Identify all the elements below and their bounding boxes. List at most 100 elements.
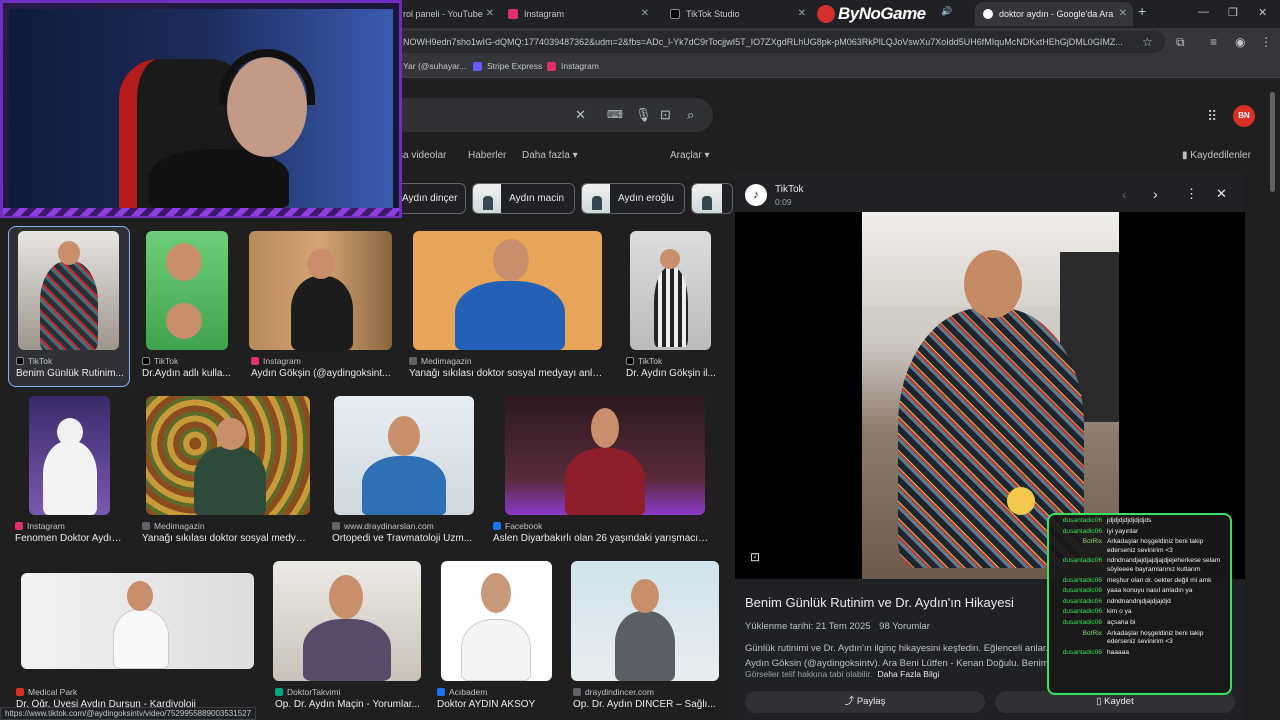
link-status-bar: https://www.tiktok.com/@aydingoksintv/vi… [0, 707, 257, 720]
tab-youtube-label: rol paneli - YouTube [403, 9, 483, 19]
medical-park-icon [16, 688, 24, 696]
filter-videos[interactable]: sa videolar [398, 150, 446, 161]
person-head [660, 249, 680, 269]
page-scrollbar[interactable] [1270, 92, 1275, 192]
avatar[interactable]: BN [1233, 105, 1255, 127]
chip-label: Aydın dinçer [402, 193, 458, 204]
lens-icon[interactable]: ⊡ [660, 107, 671, 123]
chat-text: açsana bi [1107, 618, 1136, 626]
profile-icon[interactable]: ◉ [1235, 35, 1245, 49]
close-icon[interactable]: ✕ [798, 8, 806, 19]
person-figure [362, 456, 446, 515]
maximize-icon[interactable]: ❐ [1228, 6, 1238, 19]
window-close-icon[interactable]: ✕ [1258, 6, 1267, 19]
close-icon[interactable]: ✕ [1119, 8, 1127, 19]
result-source: Facebook [493, 521, 713, 531]
menu-icon[interactable]: ⋮ [1260, 35, 1272, 49]
panel-meta: Yüklenme tarihi: 21 Tem 2025 98 Yorumlar [745, 621, 930, 632]
chip-thumbnail [692, 184, 722, 213]
clear-icon[interactable]: ✕ [575, 107, 586, 123]
person-figure [194, 446, 266, 515]
next-arrow-icon[interactable]: › [1153, 186, 1158, 202]
close-icon[interactable]: ✕ [641, 8, 649, 19]
upload-date: Yüklenme tarihi: 21 Tem 2025 [745, 621, 871, 632]
speaker-icon[interactable]: 🔊 [941, 6, 952, 17]
saved-button[interactable]: ▮ Kaydedilenler [1182, 150, 1251, 161]
tab-instagram-label: Instagram [524, 9, 565, 19]
bookmark-item[interactable]: Stripe Express [473, 61, 542, 71]
bynogame-logo: ByNoGame [817, 0, 926, 28]
prev-arrow-icon[interactable]: ‹ [1122, 186, 1127, 202]
filter-news[interactable]: Haberler [468, 150, 506, 161]
chat-text: ndndnandjajdjajdjajdjejeherkese selam sö… [1107, 557, 1221, 573]
tab-youtube[interactable]: rol paneli - YouTube ✕ [395, 2, 500, 26]
address-bar[interactable]: NOWH9edn7sho1wIG-dQMQ:1774039487362&udm=… [395, 31, 1165, 53]
stripe-icon [473, 61, 482, 71]
person-figure [149, 149, 289, 209]
more-options-icon[interactable]: ⋮ [1185, 186, 1198, 202]
chat-message: dusantadic06 ndndnandnjdjajdjajdjd [1052, 598, 1227, 607]
source-name: draydindincer.com [585, 687, 654, 697]
extensions-icon[interactable]: ⧉ [1176, 35, 1185, 50]
chip-label: Aydın eroğlu [618, 193, 674, 204]
chip-more[interactable] [691, 183, 733, 214]
tab-instagram[interactable]: Instagram ✕ [500, 2, 655, 26]
tiktok-icon [670, 9, 680, 19]
result-image [413, 231, 602, 350]
close-panel-icon[interactable]: ✕ [1216, 186, 1227, 202]
bookmark-item[interactable]: Instagram [547, 61, 599, 71]
person-head [591, 408, 619, 448]
screen: rol paneli - YouTube ✕ Instagram ✕ TikTo… [0, 0, 1280, 720]
new-tab-icon[interactable]: + [1138, 3, 1146, 19]
source-name: TikTok [154, 356, 179, 366]
microphone-icon[interactable]: 🎙 [635, 107, 652, 123]
person-head [388, 416, 420, 456]
comment-count: 98 Yorumlar [879, 621, 930, 632]
close-icon[interactable]: ✕ [486, 8, 494, 19]
panel-description: Günlük rutinimi ve Dr. Aydın'ın ilginç h… [745, 643, 1049, 669]
result-image [334, 396, 474, 515]
minimize-icon[interactable]: — [1198, 6, 1209, 18]
chat-text: yaaa konuyu nasıl anladın ya [1107, 587, 1193, 595]
person-head [58, 241, 80, 265]
chip-aydin-macin[interactable]: Aydın macin [472, 183, 575, 214]
person-figure [291, 276, 353, 350]
result-image [249, 231, 392, 350]
chat-message: dusantadic06 yaaa konuyu nasıl anladın ya [1052, 587, 1227, 596]
headset [219, 49, 315, 105]
tools-button[interactable]: Araçlar ▾ [670, 150, 710, 161]
bookmark-item[interactable]: Yar (@suhayar... [403, 61, 466, 71]
chat-text: Arkadaşlar hoşgeldiniz beni takip ederse… [1107, 538, 1204, 554]
tab-google-search[interactable]: doktor aydın - Google'da Ara ✕ [975, 2, 1133, 26]
bookmark-icon: ▯ [1096, 696, 1102, 707]
panel-title[interactable]: Benim Günlük Rutinim ve Dr. Aydın'ın Hik… [745, 595, 1014, 610]
legal-link[interactable]: Daha Fazla Bilgi [877, 669, 939, 679]
tab-tiktok-studio[interactable]: TikTok Studio ✕ [662, 2, 812, 26]
chip-aydin-eroglu[interactable]: Aydın eroğlu [581, 183, 685, 214]
result-image [441, 561, 552, 681]
chat-text: haaaaa [1107, 648, 1130, 656]
logo-text: ByNoGame [838, 4, 926, 23]
chat-user: dusantadic06 [1062, 517, 1102, 524]
source-name: Instagram [263, 356, 301, 366]
chat-message: dusantadic06 meşhur olan dr. oekter değil… [1052, 577, 1227, 586]
result-title: Ortopedi ve Travmatoloji Uzm... [332, 533, 473, 544]
result-source: Medimagazin [409, 356, 604, 366]
source-name: Instagram [27, 521, 65, 531]
apps-grid-icon[interactable]: ⠿ [1207, 108, 1217, 125]
filter-more[interactable]: Daha fazla ▾ [522, 150, 578, 161]
result-source: www.draydinarslan.com [332, 521, 477, 531]
share-button[interactable]: ⤴ Paylaş [745, 691, 985, 713]
bookmark-star-icon[interactable]: ☆ [1142, 35, 1153, 49]
search-icon[interactable]: ⌕ [687, 107, 694, 123]
chip-aydin-dincer[interactable]: Aydın dinçer [396, 183, 466, 214]
chip-thumbnail [582, 184, 611, 213]
result-title: Dr.Aydın adlı kulla... [142, 368, 231, 379]
source-name: Acıbadem [449, 687, 488, 697]
instagram-icon [547, 61, 556, 71]
person-figure [615, 611, 675, 681]
media-control-icon[interactable]: ≡ [1210, 35, 1217, 49]
keyboard-icon[interactable]: ⌨ [607, 108, 623, 121]
lens-search-icon[interactable]: ⊡ [750, 550, 760, 564]
search-input[interactable]: ✕ ⌨ 🎙 ⊡ ⌕ [395, 98, 713, 132]
